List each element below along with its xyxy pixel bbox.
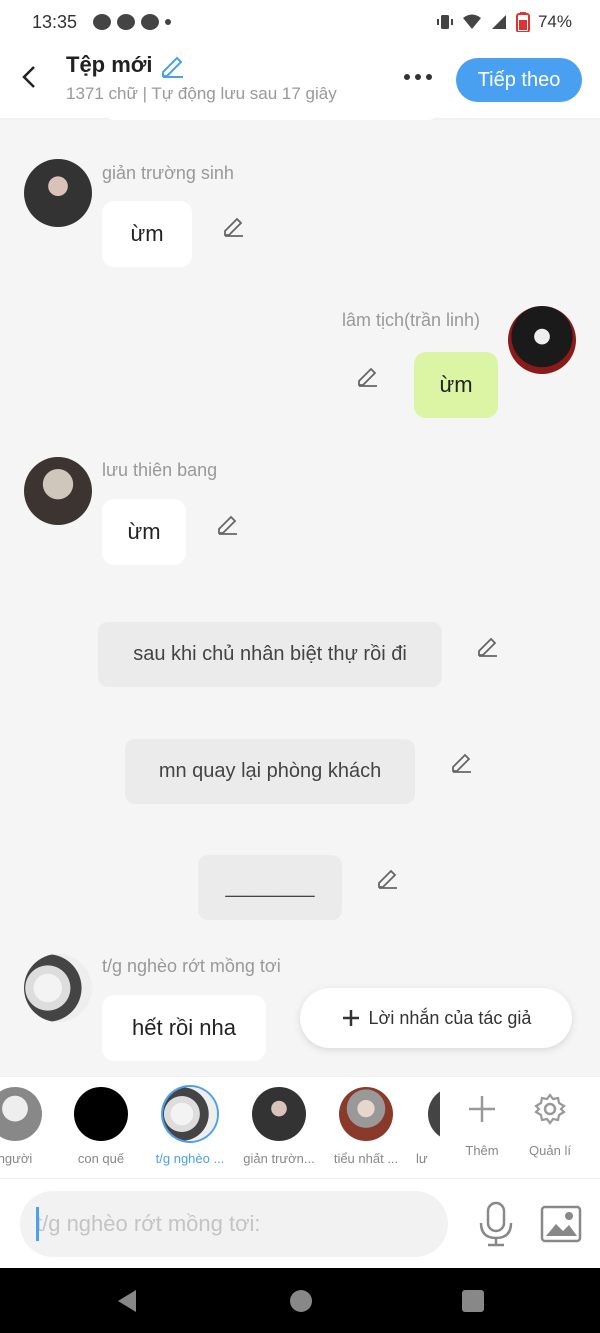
edit-title-icon[interactable] bbox=[159, 52, 185, 78]
character-name: giản trườn... bbox=[243, 1151, 315, 1166]
app-icon bbox=[141, 14, 160, 30]
message-sender: lưu thiên bang bbox=[102, 460, 218, 480]
character-avatar bbox=[428, 1087, 440, 1141]
app-header: Tệp mới 1371 chữ | Tự động lưu sau 17 gi… bbox=[0, 44, 600, 118]
edit-message-icon[interactable] bbox=[222, 214, 246, 238]
character-avatar bbox=[74, 1087, 128, 1141]
character-item[interactable]: tiểu nhất ... bbox=[323, 1087, 409, 1166]
avatar[interactable] bbox=[24, 954, 92, 1022]
character-name: lư bbox=[416, 1151, 428, 1166]
character-item[interactable]: người bbox=[0, 1087, 58, 1166]
microphone-icon[interactable] bbox=[476, 1201, 516, 1247]
battery-level: 74% bbox=[537, 12, 572, 31]
system-icons: 74% bbox=[436, 12, 572, 32]
gear-icon bbox=[534, 1093, 566, 1125]
system-navigation-bar bbox=[0, 1268, 600, 1333]
character-name: tiểu nhất ... bbox=[333, 1151, 399, 1166]
message-bubble[interactable]: ừm bbox=[102, 499, 186, 565]
character-name: t/g nghèo ... bbox=[155, 1151, 225, 1166]
character-avatar bbox=[339, 1087, 393, 1141]
status-time: 13:35 bbox=[32, 11, 78, 32]
message-bubble[interactable]: hết rồi nha bbox=[102, 995, 266, 1061]
character-selector: người con quế t/g nghèo ... giản trườn..… bbox=[0, 1076, 600, 1178]
document-title-text: Tệp mới bbox=[66, 52, 153, 77]
character-avatar bbox=[0, 1087, 42, 1141]
plus-icon bbox=[469, 1096, 495, 1122]
character-avatar bbox=[163, 1087, 217, 1141]
avatar[interactable] bbox=[24, 457, 92, 525]
edit-message-icon[interactable] bbox=[450, 750, 474, 774]
character-item[interactable]: con quế bbox=[58, 1087, 144, 1166]
narration-bubble[interactable]: ________ bbox=[198, 855, 342, 920]
title-block: Tệp mới 1371 chữ | Tự động lưu sau 17 gi… bbox=[66, 52, 337, 104]
more-notifications-icon bbox=[165, 19, 172, 25]
message-sender: lâm tịch(trần linh) bbox=[342, 310, 481, 330]
story-chat-area[interactable]: giản trường sinh ừm lâm tịch(trần linh) … bbox=[0, 118, 600, 1076]
back-nav-icon[interactable] bbox=[114, 1288, 140, 1314]
edit-message-icon[interactable] bbox=[216, 512, 240, 536]
previous-message-bubble bbox=[102, 118, 440, 120]
add-character-label: Thêm bbox=[465, 1143, 499, 1158]
more-options-button[interactable] bbox=[398, 62, 438, 92]
image-icon[interactable] bbox=[540, 1203, 582, 1245]
edit-message-icon[interactable] bbox=[476, 634, 500, 658]
save-status: 1371 chữ | Tự động lưu sau 17 giây bbox=[66, 84, 337, 103]
message-composer bbox=[0, 1178, 600, 1268]
character-item[interactable]: giản trườn... bbox=[236, 1087, 322, 1166]
chevron-left-icon bbox=[22, 66, 35, 88]
signal-icon bbox=[491, 15, 506, 29]
author-note-label: Lời nhắn của tác giả bbox=[368, 1007, 532, 1028]
manage-characters-label: Quản lí bbox=[529, 1143, 571, 1158]
message-bubble[interactable]: ừm bbox=[414, 352, 498, 418]
battery-icon bbox=[515, 12, 530, 32]
add-character-button[interactable]: Thêm bbox=[450, 1091, 514, 1158]
message-input[interactable] bbox=[20, 1191, 448, 1257]
message-bubble[interactable]: ừm bbox=[102, 201, 192, 267]
narration-bubble[interactable]: sau khi chủ nhân biệt thự rồi đi bbox=[98, 622, 442, 687]
plus-icon bbox=[342, 1010, 359, 1026]
character-avatar bbox=[252, 1087, 306, 1141]
manage-characters-button[interactable]: Quản lí bbox=[518, 1091, 582, 1158]
document-title[interactable]: Tệp mới bbox=[66, 52, 337, 78]
notification-icons bbox=[93, 14, 172, 30]
narration-bubble[interactable]: mn quay lại phòng khách bbox=[125, 739, 415, 804]
character-item[interactable]: lư bbox=[410, 1087, 440, 1166]
avatar[interactable] bbox=[24, 159, 92, 227]
wifi-icon bbox=[462, 14, 481, 29]
character-name: con quế bbox=[77, 1151, 125, 1166]
edit-message-icon[interactable] bbox=[376, 866, 400, 890]
message-sender: giản trường sinh bbox=[102, 163, 234, 183]
text-cursor bbox=[36, 1207, 39, 1241]
status-bar: 13:35 74% bbox=[0, 0, 600, 44]
character-item-selected[interactable]: t/g nghèo ... bbox=[147, 1087, 233, 1166]
message-sender: t/g nghèo rớt mồng tơi bbox=[102, 956, 281, 976]
fan-icon bbox=[117, 14, 136, 30]
home-nav-icon[interactable] bbox=[288, 1288, 314, 1314]
next-button[interactable]: Tiếp theo bbox=[456, 58, 582, 102]
edit-message-icon[interactable] bbox=[356, 364, 380, 388]
message-icon bbox=[93, 14, 112, 30]
recents-nav-icon[interactable] bbox=[460, 1288, 486, 1314]
avatar[interactable] bbox=[508, 306, 576, 374]
back-button[interactable] bbox=[14, 62, 44, 92]
vibrate-icon bbox=[436, 15, 453, 29]
author-note-button[interactable]: Lời nhắn của tác giả bbox=[300, 988, 572, 1048]
character-name: người bbox=[0, 1151, 33, 1166]
